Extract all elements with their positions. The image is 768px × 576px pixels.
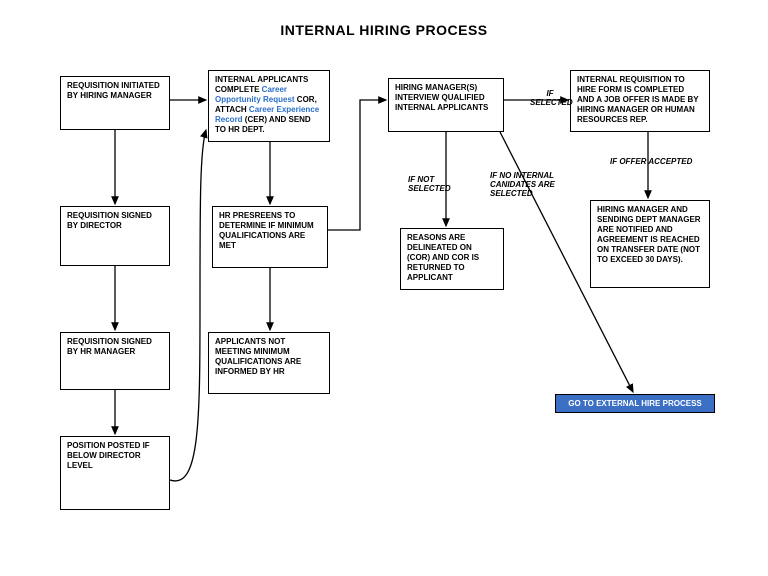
page-title: INTERNAL HIRING PROCESS bbox=[0, 22, 768, 38]
box-requisition-initiated: REQUISITION INITIATED BY HIRING MANAGER bbox=[60, 76, 170, 130]
box-signed-director: REQUISITION SIGNED BY DIRECTOR bbox=[60, 206, 170, 266]
box-manager-interview: HIRING MANAGER(S) INTERVIEW QUALIFIED IN… bbox=[388, 78, 504, 132]
label-if-no-internal: IF NO INTERNAL CANIDATES ARE SELECTED bbox=[490, 172, 556, 198]
box-applicants-complete: INTERNAL APPLICANTS COMPLETE Career Oppo… bbox=[208, 70, 330, 142]
label-if-not-selected: IF NOT SELECTED bbox=[408, 176, 468, 194]
box-position-posted: POSITION POSTED IF BELOW DIRECTOR LEVEL bbox=[60, 436, 170, 510]
box-reasons-delineated: REASONS ARE DELINEATED ON (COR) AND COR … bbox=[400, 228, 504, 290]
box-signed-hr-manager: REQUISITION SIGNED BY HR MANAGER bbox=[60, 332, 170, 390]
box-not-meeting-min: APPLICANTS NOT MEETING MINIMUM QUALIFICA… bbox=[208, 332, 330, 394]
go-external-button[interactable]: GO TO EXTERNAL HIRE PROCESS bbox=[555, 394, 715, 413]
label-if-offer-accepted: IF OFFER ACCEPTED bbox=[610, 158, 710, 167]
box-requisition-to-hire: INTERNAL REQUISITION TO HIRE FORM IS COM… bbox=[570, 70, 710, 132]
box-transfer-date: HIRING MANAGER AND SENDING DEPT MANAGER … bbox=[590, 200, 710, 288]
label-if-selected: IF SELECTED bbox=[530, 90, 570, 108]
box-hr-prescreens: HR PRESREENS TO DETERMINE IF MINIMUM QUA… bbox=[212, 206, 328, 268]
